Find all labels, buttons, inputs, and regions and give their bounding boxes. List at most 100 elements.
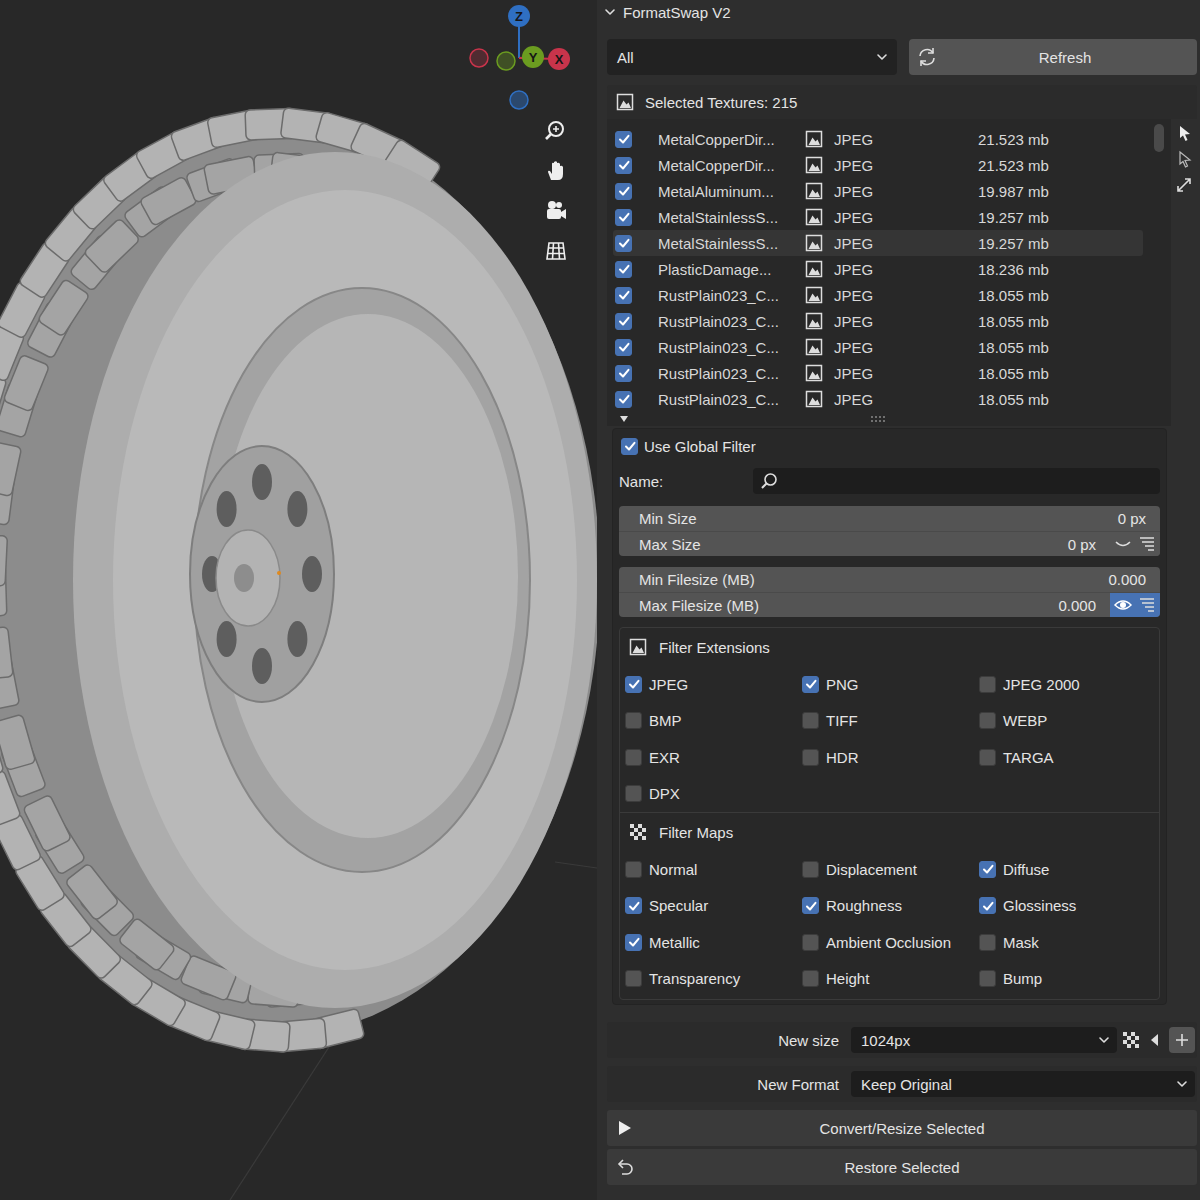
- filter-option[interactable]: Normal: [625, 851, 802, 888]
- checkbox[interactable]: [615, 261, 632, 278]
- texture-row[interactable]: RustPlain023_C...JPEG18.055 mb: [613, 308, 1143, 334]
- checkbox[interactable]: [979, 676, 996, 693]
- filter-option[interactable]: PNG: [802, 666, 979, 703]
- filter-option[interactable]: Metallic: [625, 924, 802, 961]
- number-field[interactable]: Max Filesize (MB)0.000: [619, 593, 1110, 617]
- checkbox[interactable]: [615, 339, 632, 356]
- checkbox[interactable]: [979, 749, 996, 766]
- filter-option[interactable]: Ambient Occlusion: [802, 924, 979, 961]
- new-format-dropdown[interactable]: Keep Original: [851, 1071, 1195, 1097]
- texture-row[interactable]: MetalStainlessS...JPEG19.257 mb: [613, 204, 1143, 230]
- grid-button[interactable]: [540, 235, 572, 267]
- filter-option[interactable]: EXR: [625, 739, 802, 776]
- checkbox[interactable]: [979, 861, 996, 878]
- deselect-arrow-icon: [1174, 149, 1194, 169]
- checkbox[interactable]: [615, 391, 632, 408]
- texture-row[interactable]: RustPlain023_C...JPEG18.055 mb: [613, 360, 1143, 386]
- texture-row[interactable]: MetalCopperDir...JPEG21.523 mb: [613, 152, 1143, 178]
- checkbox[interactable]: [802, 676, 819, 693]
- filter-option[interactable]: BMP: [625, 703, 802, 740]
- axis-button[interactable]: X: [548, 48, 570, 70]
- filter-dropdown[interactable]: All: [607, 39, 897, 75]
- refresh-button[interactable]: Refresh: [909, 39, 1197, 75]
- checkbox[interactable]: [802, 897, 819, 914]
- filter-option[interactable]: Diffuse: [979, 851, 1159, 888]
- texture-row[interactable]: MetalCopperDir...JPEG21.523 mb: [613, 126, 1143, 152]
- checkbox[interactable]: [802, 861, 819, 878]
- scrollbar[interactable]: [1147, 119, 1171, 412]
- restore-button[interactable]: Restore Selected: [607, 1149, 1197, 1185]
- name-label: Name:: [619, 473, 753, 490]
- checkbox[interactable]: [615, 313, 632, 330]
- panel-header[interactable]: FormatSwap V2: [603, 0, 1197, 24]
- number-field[interactable]: Max Size0 px: [619, 532, 1110, 556]
- name-search-field[interactable]: [753, 468, 1160, 494]
- checkbox[interactable]: [802, 712, 819, 729]
- checker-icon: [628, 822, 648, 842]
- add-size-button[interactable]: [1169, 1027, 1195, 1053]
- filter-option[interactable]: Mask: [979, 924, 1159, 961]
- camera-button[interactable]: [540, 195, 572, 227]
- checkbox[interactable]: [625, 785, 642, 802]
- texture-row[interactable]: MetalStainlessS...JPEG19.257 mb: [613, 230, 1143, 256]
- image-icon: [615, 92, 635, 112]
- checkbox[interactable]: [621, 438, 638, 455]
- texture-row[interactable]: PlasticDamage...JPEG18.236 mb: [613, 256, 1143, 282]
- filter-option[interactable]: WEBP: [979, 703, 1159, 740]
- checkbox[interactable]: [625, 749, 642, 766]
- checkbox[interactable]: [625, 676, 642, 693]
- filter-option[interactable]: Glossiness: [979, 888, 1159, 925]
- checkbox[interactable]: [979, 970, 996, 987]
- checkbox[interactable]: [979, 934, 996, 951]
- scrollbar-thumb[interactable]: [1154, 124, 1164, 152]
- texture-row[interactable]: RustPlain023_C...JPEG18.055 mb: [613, 386, 1143, 412]
- filter-option[interactable]: Displacement: [802, 851, 979, 888]
- checkbox[interactable]: [615, 209, 632, 226]
- number-field[interactable]: Min Size0 px: [619, 506, 1160, 531]
- axis-button[interactable]: Y: [522, 46, 544, 68]
- texture-size: 18.055 mb: [978, 339, 1143, 356]
- filter-option[interactable]: HDR: [802, 739, 979, 776]
- filter-option[interactable]: TARGA: [979, 739, 1159, 776]
- viewport[interactable]: ZYX: [0, 0, 597, 1200]
- filter-option[interactable]: JPEG 2000: [979, 666, 1159, 703]
- filter-option[interactable]: Height: [802, 961, 979, 998]
- filter-toggle[interactable]: [1110, 593, 1160, 617]
- filter-option[interactable]: Specular: [625, 888, 802, 925]
- filter-option[interactable]: Bump: [979, 961, 1159, 998]
- texture-row[interactable]: RustPlain023_C...JPEG18.055 mb: [613, 282, 1143, 308]
- filter-option[interactable]: TIFF: [802, 703, 979, 740]
- checkbox[interactable]: [625, 934, 642, 951]
- hand-button[interactable]: [540, 155, 572, 187]
- checkbox[interactable]: [615, 131, 632, 148]
- checkbox[interactable]: [802, 934, 819, 951]
- checkbox[interactable]: [802, 749, 819, 766]
- global-filter-row[interactable]: Use Global Filter: [619, 429, 1160, 463]
- texture-row[interactable]: MetalAluminum...JPEG19.987 mb: [613, 178, 1143, 204]
- checkbox[interactable]: [615, 183, 632, 200]
- checkbox[interactable]: [625, 861, 642, 878]
- checkbox[interactable]: [625, 712, 642, 729]
- field-value: 0.000: [1108, 571, 1146, 588]
- convert-button[interactable]: Convert/Resize Selected: [607, 1110, 1197, 1146]
- checkbox[interactable]: [615, 235, 632, 252]
- filter-option[interactable]: Roughness: [802, 888, 979, 925]
- checkbox[interactable]: [615, 365, 632, 382]
- filter-option[interactable]: JPEG: [625, 666, 802, 703]
- checkbox[interactable]: [625, 970, 642, 987]
- new-size-dropdown[interactable]: 1024px: [851, 1027, 1117, 1053]
- filter-option[interactable]: DPX: [625, 776, 802, 813]
- checkbox[interactable]: [625, 897, 642, 914]
- texture-row[interactable]: RustPlain023_C...JPEG18.055 mb: [613, 334, 1143, 360]
- checkbox[interactable]: [979, 897, 996, 914]
- zoom-button[interactable]: [540, 115, 572, 147]
- checkbox[interactable]: [979, 712, 996, 729]
- filter-toggle[interactable]: [1110, 532, 1160, 556]
- checkbox[interactable]: [615, 157, 632, 174]
- number-field[interactable]: Min Filesize (MB)0.000: [619, 567, 1160, 592]
- option-grid: NormalDisplacementDiffuse SpecularRoughne…: [625, 851, 1159, 997]
- axis-button[interactable]: Z: [508, 5, 530, 27]
- checkbox[interactable]: [615, 287, 632, 304]
- checkbox[interactable]: [802, 970, 819, 987]
- filter-option[interactable]: Transparency: [625, 961, 802, 998]
